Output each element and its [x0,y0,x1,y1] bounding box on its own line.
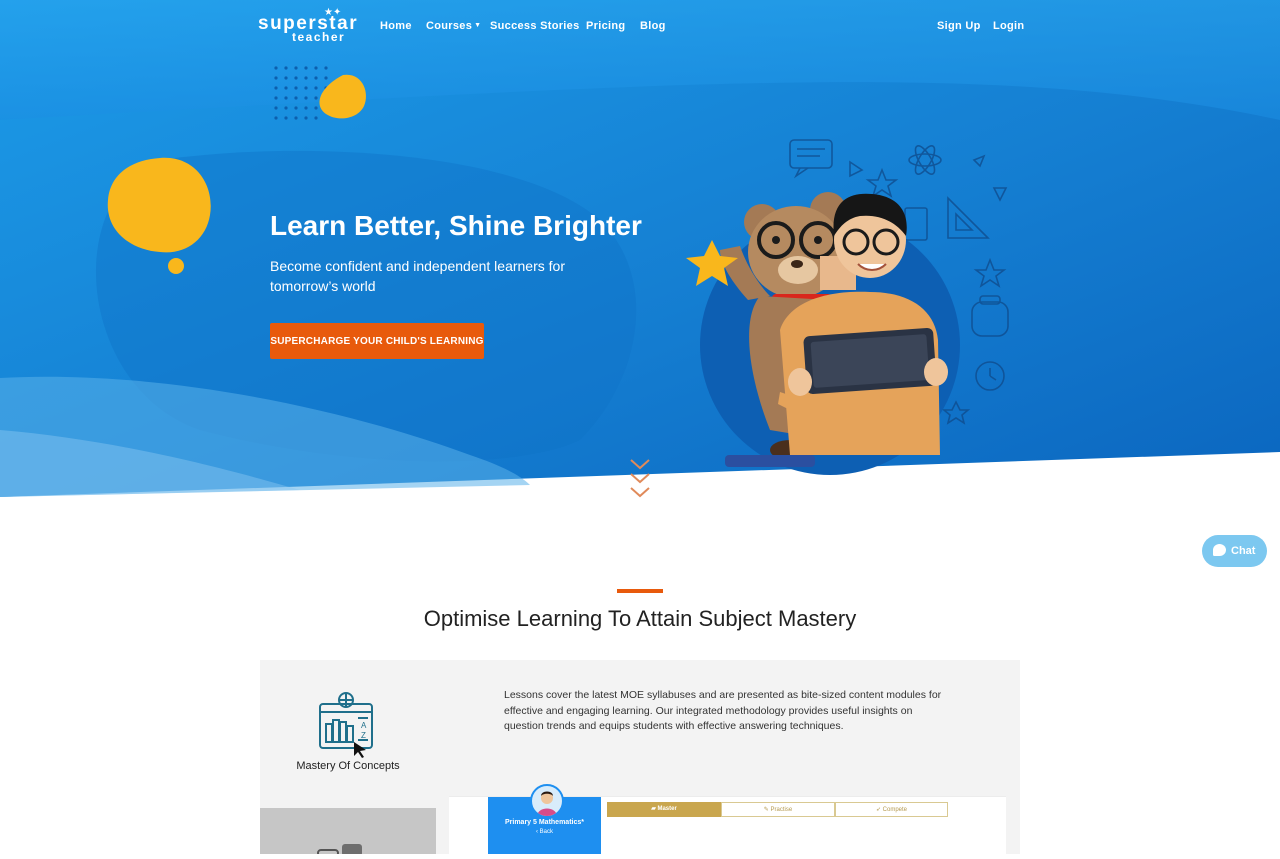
tab-practise-label: Practise [770,807,793,813]
nav-pricing[interactable]: Pricing [586,20,625,32]
nav-sign-up[interactable]: Sign Up [937,20,981,32]
hero-background [0,0,1280,497]
rocket-icon: ➶ [875,807,883,813]
svg-text:Z: Z [361,731,366,740]
feature-icon [317,844,362,857]
course-title: Primary 5 Mathematics* [505,819,584,826]
hero-section: superstar ★✦ teacher Home Courses ▼ Succe… [0,0,1280,500]
tab-compete-label: Compete [882,807,908,813]
course-back-link[interactable]: ‹ Back [488,829,601,835]
nav-blog[interactable]: Blog [640,20,666,32]
nav-success-stories[interactable]: Success Stories [490,20,580,32]
tab-master-label: Master [657,806,677,812]
tab-practise[interactable]: ✎ Practise [721,802,835,817]
chat-label: Chat [1231,545,1256,557]
logo-star-icon: ★✦ [324,7,342,18]
supercharge-cta-button[interactable]: SUPERCHARGE YOUR CHILD'S LEARNING [270,323,484,359]
section-title: Optimise Learning To Attain Subject Mast… [423,606,857,631]
scroll-down-chevron-icon[interactable] [628,458,652,498]
pencil-icon: ✎ [763,807,771,813]
caret-down-icon: ▼ [474,22,482,29]
hero-subtitle: Become confident and independent learner… [270,258,565,294]
mastery-of-concepts-label[interactable]: Mastery Of Concepts [260,760,436,772]
tab-master[interactable]: ▰ Master [607,802,721,817]
course-back-label: Back [539,829,553,835]
nav-courses-label: Courses [426,20,473,32]
hero-title: Learn Better, Shine Brighter [270,210,642,241]
next-feature-tab[interactable] [260,808,436,857]
nav-login[interactable]: Login [993,20,1024,32]
nav-courses[interactable]: Courses ▼ [426,20,481,32]
logo-text-teacher: teacher [292,30,346,44]
svg-text:A: A [361,721,367,730]
chat-button[interactable]: Chat [1202,535,1267,567]
mastery-description: Lessons cover the latest MOE syllabuses … [504,689,942,732]
tab-compete[interactable]: ➶ Compete [835,802,948,817]
mastery-of-concepts-icon[interactable]: A Z [316,692,378,758]
logo[interactable]: superstar ★✦ teacher [258,7,358,44]
section-accent-bar [617,589,663,593]
teacher-avatar [530,784,564,818]
nav-home[interactable]: Home [380,20,412,32]
chat-bubble-icon [1213,544,1226,556]
